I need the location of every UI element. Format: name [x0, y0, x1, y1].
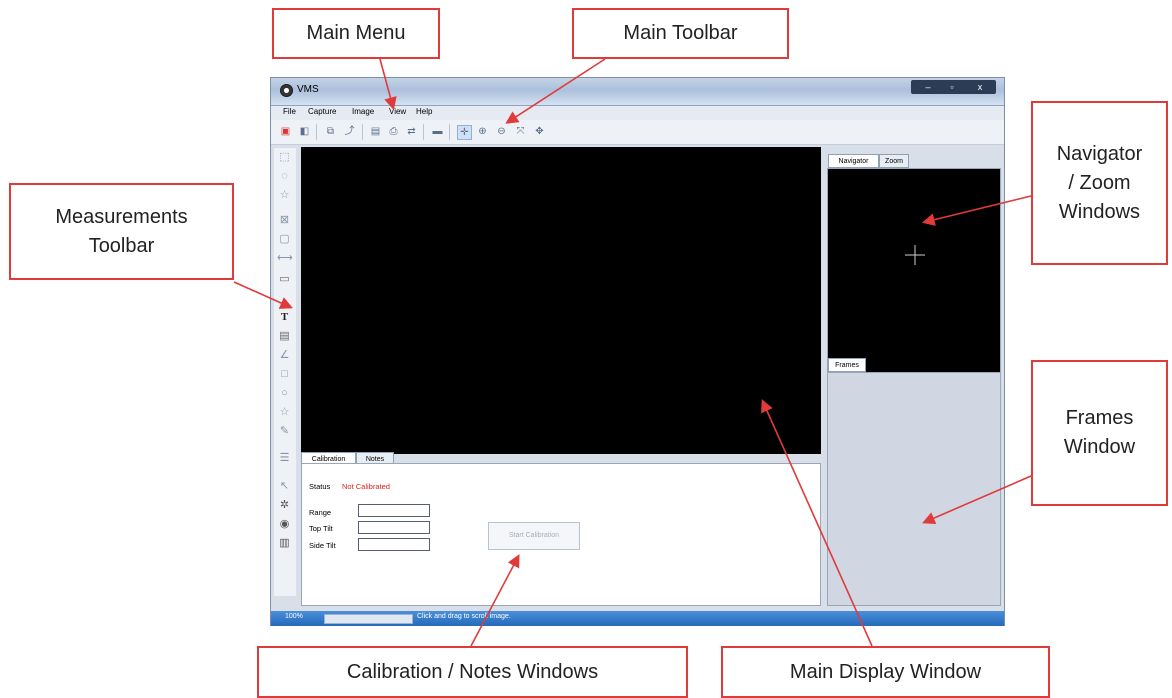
arrow-navigator-zoom [921, 195, 1032, 226]
arrow-main-menu [379, 58, 397, 111]
arrow-main-toolbar [505, 58, 606, 124]
arrow-frames-window [922, 475, 1032, 525]
arrow-main-display [761, 399, 873, 647]
arrow-measurements-toolbar [233, 281, 293, 309]
annotation-arrows [233, 58, 1032, 647]
arrow-calibration-notes [470, 554, 520, 647]
